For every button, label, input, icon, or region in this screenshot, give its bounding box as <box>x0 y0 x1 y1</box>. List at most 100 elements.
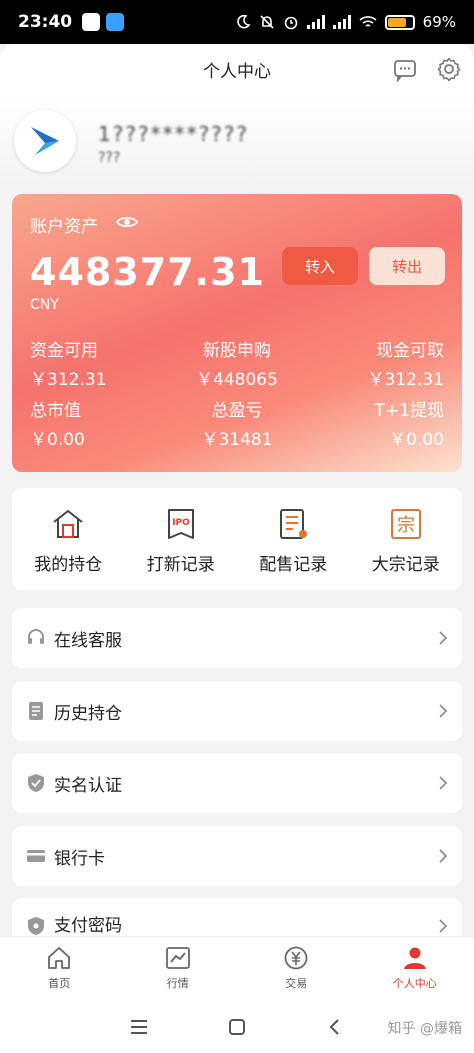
menu-history-holdings[interactable]: 历史持仓 <box>12 681 462 741</box>
holdings-icon <box>53 510 83 538</box>
mute-bell-icon <box>260 15 274 29</box>
status-right: 69% <box>235 13 456 31</box>
bank-card-icon <box>27 850 45 862</box>
menu-label: 银行卡 <box>54 848 105 869</box>
chevron-right-icon <box>439 631 448 645</box>
profile-section: 1???****???? ??? <box>0 94 474 184</box>
asset-total: 448377.31 <box>30 250 265 294</box>
metric-value: ￥31481 <box>201 430 273 450</box>
trade-icon <box>284 946 308 970</box>
nav-trade[interactable]: 交易 <box>237 937 356 1000</box>
asset-label: 账户资产 <box>30 217 98 237</box>
avatar[interactable] <box>14 110 76 172</box>
transfer-out-button[interactable]: 转出 <box>369 247 445 285</box>
menu-real-name-verification[interactable]: 实名认证 <box>12 753 462 813</box>
battery-icon <box>384 14 415 30</box>
menu-label: 实名认证 <box>54 775 122 796</box>
user-name: ??? <box>98 150 121 166</box>
back-icon[interactable] <box>325 1017 345 1037</box>
quick-label: 打新记录 <box>146 555 215 575</box>
menu-label: 支付密码 <box>54 916 122 936</box>
nav-label: 个人中心 <box>392 977 437 990</box>
menu-label: 历史持仓 <box>54 703 122 724</box>
signal-icon <box>306 15 325 29</box>
metric-withdrawable-cash: 现金可取 ￥312.31 <box>368 336 444 390</box>
transfer-in-button[interactable]: 转入 <box>282 247 358 285</box>
asset-currency: CNY <box>30 297 59 313</box>
watermark: 知乎 @爆箱 <box>387 1021 462 1037</box>
nav-profile[interactable]: 个人中心 <box>356 937 474 1000</box>
nav-label: 行情 <box>166 977 189 990</box>
block-trade-icon: 宗 <box>390 509 421 539</box>
status-time: 23:40 <box>18 12 73 32</box>
alarm-icon <box>284 16 297 30</box>
qq-icon <box>82 13 101 31</box>
metric-market-value: 总市值 ￥0.00 <box>30 396 85 450</box>
page-title: 个人中心 <box>203 61 271 82</box>
eye-icon[interactable] <box>116 213 138 231</box>
metric-available-funds: 资金可用 ￥312.31 <box>30 336 106 390</box>
svg-text:宗: 宗 <box>397 515 415 536</box>
menu-bank-card[interactable]: 银行卡 <box>12 826 462 886</box>
battery-percent: 69% <box>422 13 456 31</box>
chevron-right-icon <box>439 849 448 863</box>
metric-label: T+1提现 <box>374 401 444 421</box>
chevron-right-icon <box>439 704 448 718</box>
nav-label: 交易 <box>285 977 308 990</box>
metric-label: 新股申购 <box>203 341 271 361</box>
quick-holdings[interactable]: 我的持仓 <box>12 488 125 590</box>
metric-label: 资金可用 <box>30 341 98 361</box>
person-icon <box>403 947 426 969</box>
metric-value: ￥0.00 <box>30 430 85 450</box>
quick-actions: 我的持仓 IPO 打新记录 配售记录 宗 大宗记录 <box>12 488 462 590</box>
metric-label: 总市值 <box>30 401 81 421</box>
wifi-icon <box>359 16 377 27</box>
svg-text:IPO: IPO <box>172 518 190 528</box>
shield-icon <box>28 774 44 792</box>
signal-2-icon <box>332 15 351 29</box>
message-icon[interactable] <box>392 56 418 82</box>
home-square-icon[interactable] <box>227 1017 247 1037</box>
bottom-nav: 首页 行情 交易 个人中心 <box>0 936 474 1000</box>
metric-value: ￥448065 <box>196 370 278 390</box>
password-icon <box>28 917 44 935</box>
chevron-right-icon <box>439 919 448 933</box>
logo-icon <box>31 127 59 155</box>
metric-value: ￥0.00 <box>389 430 444 450</box>
history-icon <box>29 702 43 720</box>
quick-label: 大宗记录 <box>371 555 440 575</box>
status-bar: 23:40 69% <box>0 0 474 44</box>
home-icon <box>48 947 71 969</box>
app-notification-icon <box>106 13 125 31</box>
nav-home[interactable]: 首页 <box>0 937 119 1000</box>
metric-label: 现金可取 <box>376 341 444 361</box>
menu-customer-service[interactable]: 在线客服 <box>12 608 462 668</box>
metric-t1-withdraw: T+1提现 ￥0.00 <box>375 396 444 450</box>
chevron-right-icon <box>439 776 448 790</box>
quick-label: 我的持仓 <box>34 555 103 575</box>
menu-payment-password[interactable]: 支付密码 <box>12 898 462 936</box>
moon-icon <box>236 14 251 29</box>
user-id: 1???****???? <box>98 122 250 146</box>
metric-ipo-subscription: 新股申购 ￥448065 <box>152 336 322 390</box>
customer-service-icon <box>28 629 44 644</box>
menu-lines-icon[interactable] <box>129 1017 149 1037</box>
quick-label: 配售记录 <box>259 555 328 575</box>
menu-label: 在线客服 <box>54 630 122 651</box>
metric-value: ￥312.31 <box>367 370 444 390</box>
quick-allotment-records[interactable]: 配售记录 <box>237 488 350 590</box>
quick-block-trade-records[interactable]: 宗 大宗记录 <box>350 488 463 590</box>
status-notification-icons <box>82 13 125 31</box>
nav-market[interactable]: 行情 <box>119 937 238 1000</box>
quick-ipo-records[interactable]: IPO 打新记录 <box>125 488 238 590</box>
ipo-icon: IPO <box>167 509 194 539</box>
metric-value: ￥312.31 <box>30 370 107 390</box>
nav-label: 首页 <box>48 977 71 990</box>
allotment-icon <box>280 509 308 539</box>
app-header: 个人中心 <box>0 44 474 94</box>
chart-icon <box>165 947 190 969</box>
metric-label: 总盈亏 <box>211 401 263 421</box>
gear-icon[interactable] <box>436 56 462 82</box>
metric-total-pnl: 总盈亏 ￥31481 <box>152 396 322 450</box>
asset-card: 账户资产 448377.31 CNY 转入 转出 资金可用 ￥312.31 新股… <box>12 194 462 472</box>
